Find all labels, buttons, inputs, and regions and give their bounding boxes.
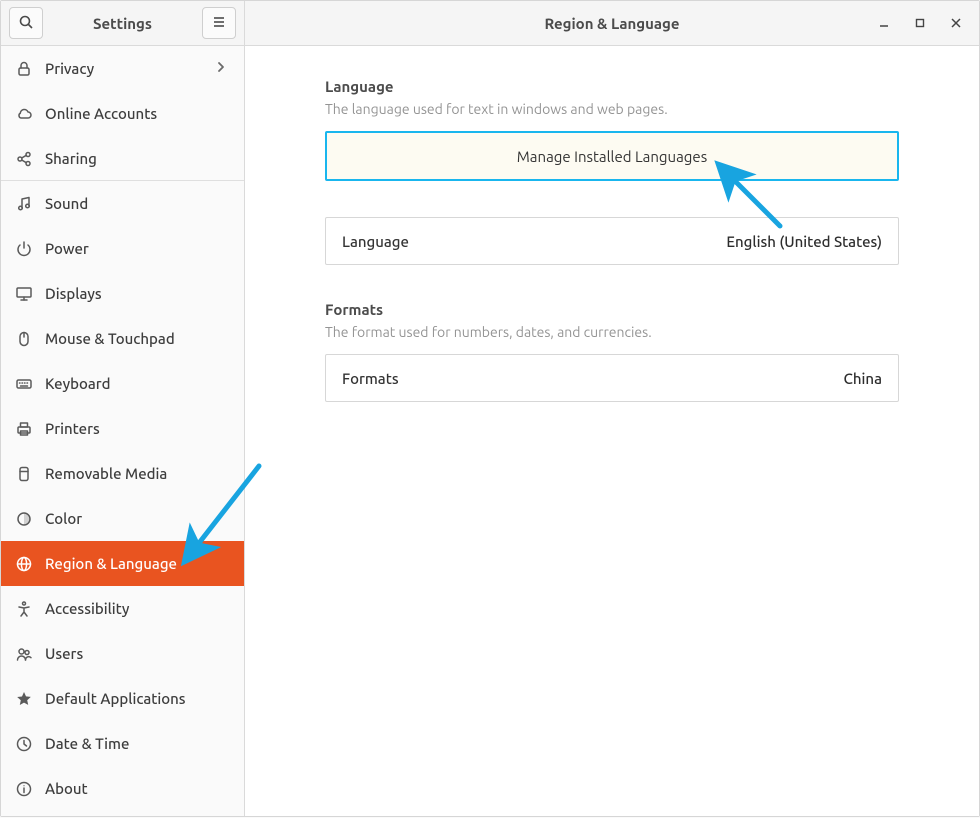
sidebar-item-label: Power	[45, 240, 228, 257]
sidebar-item-mouse-touchpad[interactable]: Mouse & Touchpad	[1, 316, 244, 361]
sidebar-item-displays[interactable]: Displays	[1, 271, 244, 316]
hamburger-icon	[211, 14, 227, 33]
manage-languages-panel: Manage Installed Languages	[325, 131, 899, 181]
language-row-value: English (United States)	[726, 233, 882, 250]
sidebar-item-label: Keyboard	[45, 375, 228, 392]
sidebar-item-label: Default Applications	[45, 690, 228, 707]
lock-icon	[15, 60, 33, 78]
sidebar-item-accessibility[interactable]: Accessibility	[1, 586, 244, 631]
maximize-button[interactable]	[903, 8, 937, 40]
sidebar-item-label: Online Accounts	[45, 105, 228, 122]
sidebar-item-label: Privacy	[45, 60, 202, 77]
search-icon	[18, 14, 34, 33]
share-icon	[15, 150, 33, 168]
cloud-icon	[15, 105, 33, 123]
sidebar-item-label: Sharing	[45, 150, 228, 167]
menu-button[interactable]	[202, 7, 236, 39]
maximize-icon	[914, 16, 926, 32]
music-icon	[15, 195, 33, 213]
main-pane: Region & Language	[245, 1, 979, 816]
sidebar-item-sound[interactable]: Sound	[1, 181, 244, 226]
color-icon	[15, 510, 33, 528]
sidebar: Settings Privacy Online Accounts Sharing So…	[1, 1, 245, 816]
keyboard-icon	[15, 375, 33, 393]
sidebar-item-date-time[interactable]: Date & Time	[1, 721, 244, 766]
sidebar-item-label: Date & Time	[45, 735, 228, 752]
sidebar-item-label: Mouse & Touchpad	[45, 330, 228, 347]
formats-row[interactable]: Formats China	[326, 355, 898, 401]
sidebar-item-label: About	[45, 780, 228, 797]
power-icon	[15, 240, 33, 258]
sidebar-item-label: Removable Media	[45, 465, 228, 482]
sidebar-item-printers[interactable]: Printers	[1, 406, 244, 451]
language-row[interactable]: Language English (United States)	[326, 218, 898, 264]
sidebar-header: Settings	[1, 1, 244, 46]
language-row-key: Language	[342, 233, 409, 250]
main-header: Region & Language	[245, 1, 979, 46]
sidebar-item-label: Sound	[45, 195, 228, 212]
clock-icon	[15, 735, 33, 753]
display-icon	[15, 285, 33, 303]
sidebar-item-users[interactable]: Users	[1, 631, 244, 676]
manage-installed-languages-label: Manage Installed Languages	[517, 148, 707, 165]
users-icon	[15, 645, 33, 663]
printer-icon	[15, 420, 33, 438]
sidebar-item-keyboard[interactable]: Keyboard	[1, 361, 244, 406]
globe-icon	[15, 555, 33, 573]
sidebar-list: Privacy Online Accounts Sharing Sound Power D…	[1, 46, 244, 816]
close-icon	[950, 16, 962, 32]
sidebar-item-sharing[interactable]: Sharing	[1, 136, 244, 181]
formats-row-key: Formats	[342, 370, 399, 387]
sidebar-item-region-language[interactable]: Region & Language	[1, 541, 244, 586]
usb-icon	[15, 465, 33, 483]
sidebar-item-label: Printers	[45, 420, 228, 437]
sidebar-item-label: Accessibility	[45, 600, 228, 617]
sidebar-item-removable-media[interactable]: Removable Media	[1, 451, 244, 496]
language-section-subtitle: The language used for text in windows an…	[325, 101, 899, 117]
page-title: Region & Language	[544, 15, 679, 32]
language-row-panel: Language English (United States)	[325, 217, 899, 265]
mouse-icon	[15, 330, 33, 348]
formats-row-value: China	[844, 370, 882, 387]
formats-section-title: Formats	[325, 301, 899, 318]
star-icon	[15, 690, 33, 708]
minimize-icon	[878, 16, 890, 32]
manage-installed-languages-button[interactable]: Manage Installed Languages	[327, 133, 897, 179]
sidebar-item-default-apps[interactable]: Default Applications	[1, 676, 244, 721]
main-body: Language The language used for text in w…	[245, 46, 979, 816]
formats-row-panel: Formats China	[325, 354, 899, 402]
sidebar-item-privacy[interactable]: Privacy	[1, 46, 244, 91]
search-button[interactable]	[9, 7, 43, 39]
sidebar-item-online-accounts[interactable]: Online Accounts	[1, 91, 244, 136]
sidebar-item-about[interactable]: About	[1, 766, 244, 811]
info-icon	[15, 780, 33, 798]
accessibility-icon	[15, 600, 33, 618]
settings-window: Settings Privacy Online Accounts Sharing So…	[0, 0, 980, 817]
window-controls	[867, 1, 973, 46]
minimize-button[interactable]	[867, 8, 901, 40]
sidebar-item-color[interactable]: Color	[1, 496, 244, 541]
chevron-right-icon	[214, 60, 228, 77]
sidebar-item-label: Users	[45, 645, 228, 662]
sidebar-title: Settings	[49, 15, 196, 32]
sidebar-item-label: Region & Language	[45, 555, 228, 572]
sidebar-item-label: Displays	[45, 285, 228, 302]
sidebar-item-power[interactable]: Power	[1, 226, 244, 271]
sidebar-item-label: Color	[45, 510, 228, 527]
formats-section-subtitle: The format used for numbers, dates, and …	[325, 324, 899, 340]
close-button[interactable]	[939, 8, 973, 40]
language-section-title: Language	[325, 78, 899, 95]
